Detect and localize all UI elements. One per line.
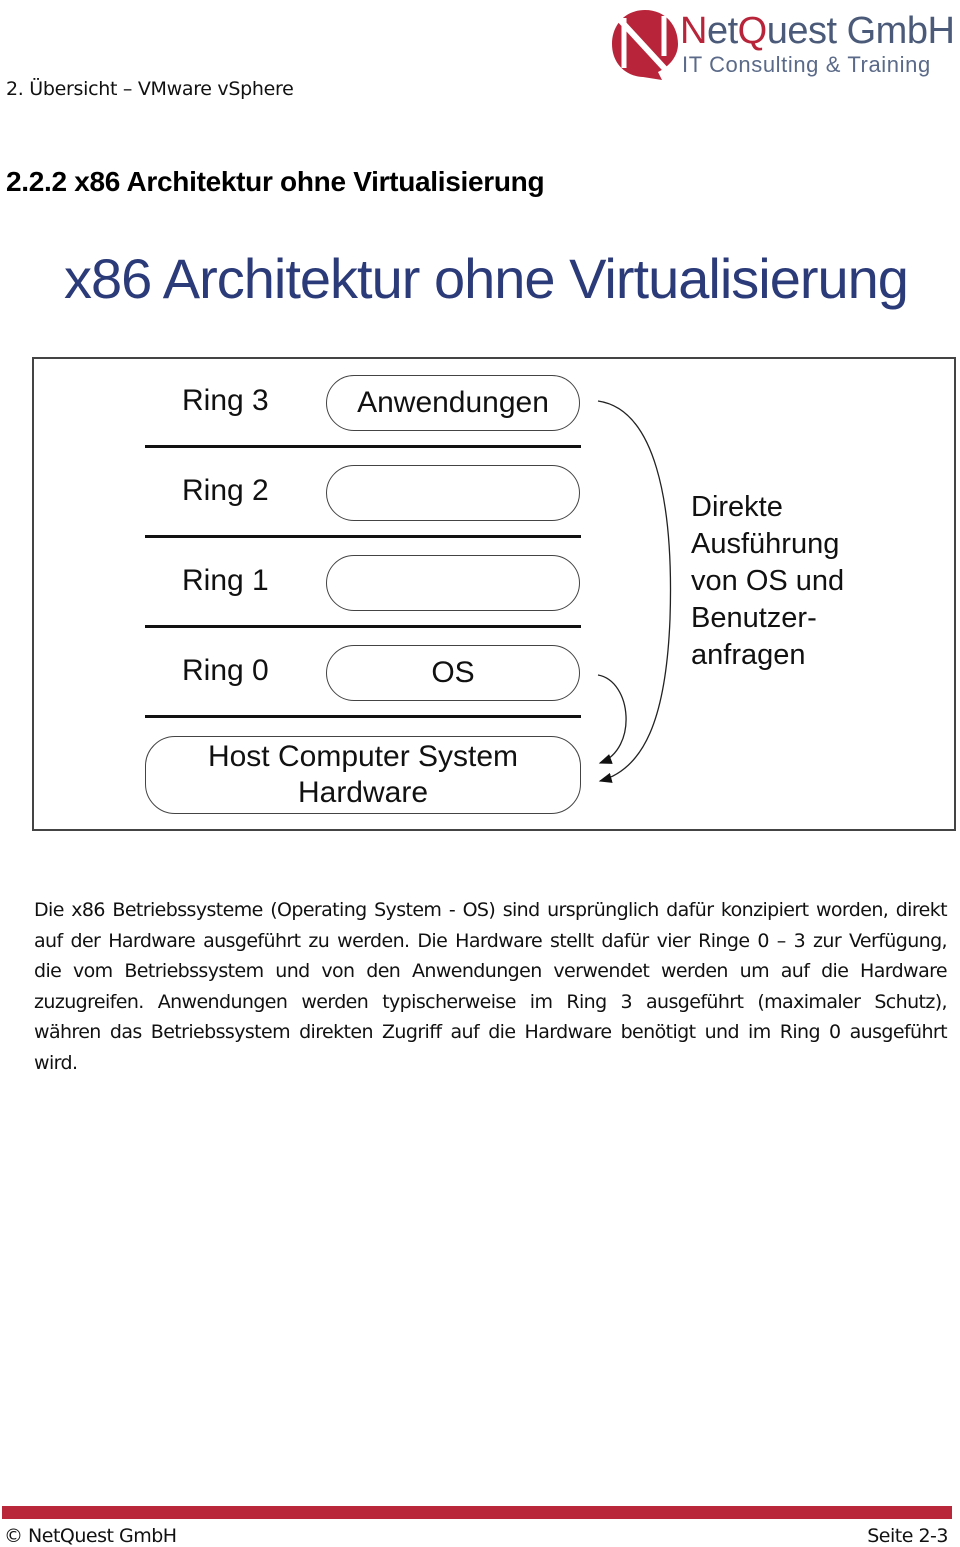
logo-text-et: et	[706, 10, 738, 52]
company-logo: NetQuest GmbH IT Consulting & Training	[610, 6, 955, 82]
logo-letter-n: N	[680, 10, 707, 52]
body-paragraph: Die x86 Betriebssysteme (Operating Syste…	[34, 899, 948, 1074]
footer-page-number: Seite 2-3	[867, 1525, 948, 1547]
netquest-logo-icon	[612, 10, 678, 80]
footer-bar	[2, 1506, 952, 1519]
logo-letter-q: Q	[737, 10, 768, 52]
logo-company-name: NetQuest GmbH	[680, 10, 955, 53]
ring-architecture-diagram: Ring 3 Anwendungen Ring 2 Ring 1 Ring 0 …	[32, 357, 956, 831]
logo-text-rest: uest GmbH	[766, 10, 955, 52]
arrow-ring3-to-hardware	[597, 400, 672, 783]
slide-title: x86 Architektur ohne Virtualisierung	[64, 247, 909, 310]
footer-copyright: © NetQuest GmbH	[4, 1525, 177, 1547]
section-title: 2.2.2 x86 Architektur ohne Virtualisieru…	[6, 166, 545, 197]
arrow-ring0-to-hardware	[597, 674, 627, 764]
direct-execution-note: Direkte Ausführung von OS und Benutzer- …	[691, 491, 845, 671]
logo-tagline: IT Consulting & Training	[682, 52, 931, 77]
chapter-header: 2. Übersicht – VMware vSphere	[6, 78, 294, 100]
